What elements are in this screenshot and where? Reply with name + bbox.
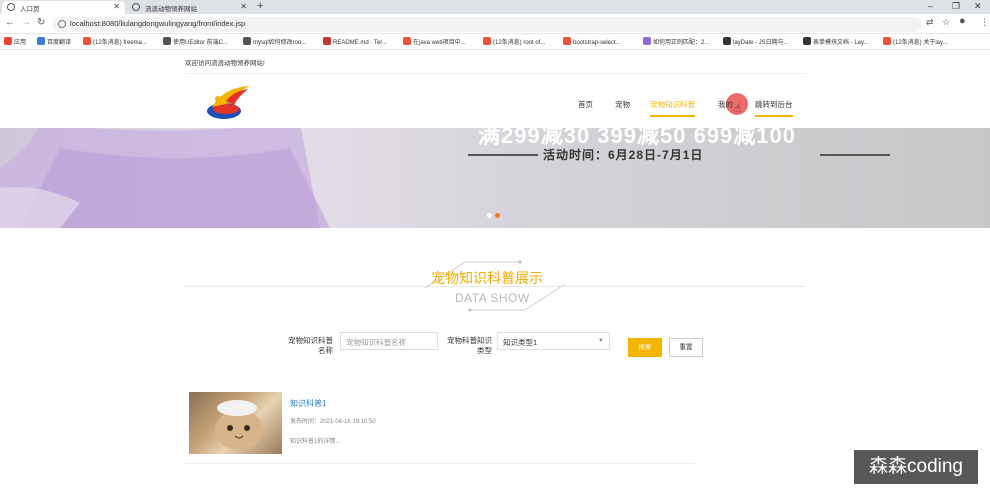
- bookmark-star-icon[interactable]: ☆: [942, 17, 950, 28]
- bookmark-icon: [243, 37, 251, 45]
- info-icon[interactable]: [58, 20, 66, 28]
- item-date: 发布时间：2021-04-16 19:10:50: [290, 419, 376, 425]
- restore-icon[interactable]: ❐: [952, 1, 960, 12]
- carousel-dot-active[interactable]: [495, 213, 500, 218]
- banner-rule-left: [468, 154, 538, 156]
- name-label: 宠物知识科普名称: [288, 336, 333, 355]
- bookmark-item[interactable]: bootstrap-select...: [563, 37, 621, 46]
- address-bar: ← → ↻ localhost:8080/liulangdongwulingya…: [0, 14, 990, 34]
- bookmark-item[interactable]: 如何用正则匹配：2...: [643, 37, 709, 46]
- banner-rule-right: [820, 154, 890, 156]
- item-title[interactable]: 知识科普1: [290, 398, 326, 409]
- nav-admin[interactable]: 跳转到后台: [755, 99, 793, 117]
- bookmark-icon: [323, 37, 331, 45]
- forward-icon[interactable]: →: [21, 17, 31, 28]
- new-tab-icon[interactable]: +: [257, 0, 263, 12]
- bookmark-icon: [37, 37, 45, 45]
- minimize-icon[interactable]: –: [928, 1, 933, 11]
- banner-subline: 活动时间：6月28日-7月1日: [543, 148, 704, 162]
- bookmark-item[interactable]: 应用: [4, 37, 26, 46]
- divider: [185, 73, 806, 74]
- bookmark-item[interactable]: 百度翻译: [37, 37, 71, 46]
- translate-icon[interactable]: ⇄: [926, 17, 934, 28]
- item-description: 知识科普1的详情...: [290, 439, 341, 445]
- bookmark-item[interactable]: mysql如何修改roo...: [243, 37, 306, 46]
- bookmark-icon: [883, 37, 891, 45]
- hand-cursor-icon: ☝: [734, 101, 742, 115]
- bookmark-icon: [403, 37, 411, 45]
- item-thumbnail[interactable]: [189, 392, 282, 454]
- bookmark-icon: [803, 37, 811, 45]
- welcome-text: 欢迎访问流浪动物领养网站!: [185, 60, 265, 67]
- url-text: localhost:8080/liulangdongwulingyang/fro…: [70, 19, 246, 28]
- tab-label: 流浪动物领养网站: [145, 6, 197, 13]
- bookmark-item[interactable]: (12条消息) freema...: [83, 37, 147, 46]
- chevron-down-icon: ▼: [598, 338, 604, 344]
- nav-home[interactable]: 首页: [578, 99, 593, 115]
- profile-icon[interactable]: ●: [959, 15, 966, 27]
- bookmark-item[interactable]: 在java web项目中...: [403, 37, 466, 46]
- section-title: 宠物知识科普展示: [431, 270, 543, 286]
- browser-tab[interactable]: 流浪动物领养网站 ✕: [127, 1, 252, 14]
- bookmark-item[interactable]: (12条消息) root of...: [483, 37, 545, 46]
- type-select-value: 知识类型1: [503, 338, 538, 347]
- apps-icon: [4, 37, 12, 45]
- bookmark-icon: [483, 37, 491, 45]
- bookmark-item[interactable]: (12条消息) 关于lay...: [883, 37, 948, 46]
- bookmark-item[interactable]: 使用UEditor 前端C...: [163, 37, 228, 46]
- back-icon[interactable]: ←: [5, 17, 15, 28]
- section-subtitle: DATA SHOW: [455, 291, 530, 305]
- bookmark-icon: [83, 37, 91, 45]
- search-button[interactable]: 搜索: [628, 338, 662, 357]
- bookmark-icon: [723, 37, 731, 45]
- list-item[interactable]: 知识科普1 发布时间：2021-04-16 19:10:50 知识科普1的详情.…: [185, 389, 695, 464]
- browser-tab-active[interactable]: 入口页 ✕: [2, 1, 125, 14]
- close-icon[interactable]: ✕: [113, 2, 120, 11]
- type-select[interactable]: 知识类型1 ▼: [497, 332, 610, 350]
- close-icon[interactable]: ✕: [240, 2, 247, 11]
- reload-icon[interactable]: ↻: [37, 17, 45, 28]
- nav-pets[interactable]: 宠物: [615, 99, 630, 115]
- bookmark-icon: [563, 37, 571, 45]
- globe-icon: [7, 3, 15, 11]
- bookmark-item[interactable]: README.md · Ter...: [323, 37, 387, 46]
- watermark: 森森coding: [854, 450, 978, 484]
- url-input[interactable]: localhost:8080/liulangdongwulingyang/fro…: [52, 17, 922, 32]
- bookmark-icon: [643, 37, 651, 45]
- bookmark-item[interactable]: layDate - JS日期与...: [723, 37, 789, 46]
- nav-mine[interactable]: 我的: [718, 99, 733, 115]
- bookmark-icon: [163, 37, 171, 45]
- carousel-dot[interactable]: [487, 213, 492, 218]
- globe-icon: [132, 3, 140, 11]
- tab-label: 入口页: [20, 6, 40, 13]
- reset-button[interactable]: 重置: [669, 338, 703, 357]
- menu-icon[interactable]: ⋮: [980, 17, 989, 28]
- bookmark-item[interactable]: 表单模块文档 - Lay...: [803, 37, 869, 46]
- cat-image: [215, 400, 263, 450]
- type-label: 宠物科普知识类型: [447, 336, 492, 355]
- nav-pet-knowledge[interactable]: 宠物知识科普: [650, 99, 695, 117]
- window-close-icon[interactable]: ✕: [974, 1, 982, 12]
- site-logo[interactable]: [204, 83, 254, 123]
- bookmarks-bar: 应用 百度翻译 (12条消息) freema... 使用UEditor 前端C.…: [0, 35, 990, 50]
- name-search-input[interactable]: 宠物知识科普名称: [340, 332, 438, 350]
- browser-tabstrip: 入口页 ✕ 流浪动物领养网站 ✕ + – ❐ ✕: [0, 0, 990, 14]
